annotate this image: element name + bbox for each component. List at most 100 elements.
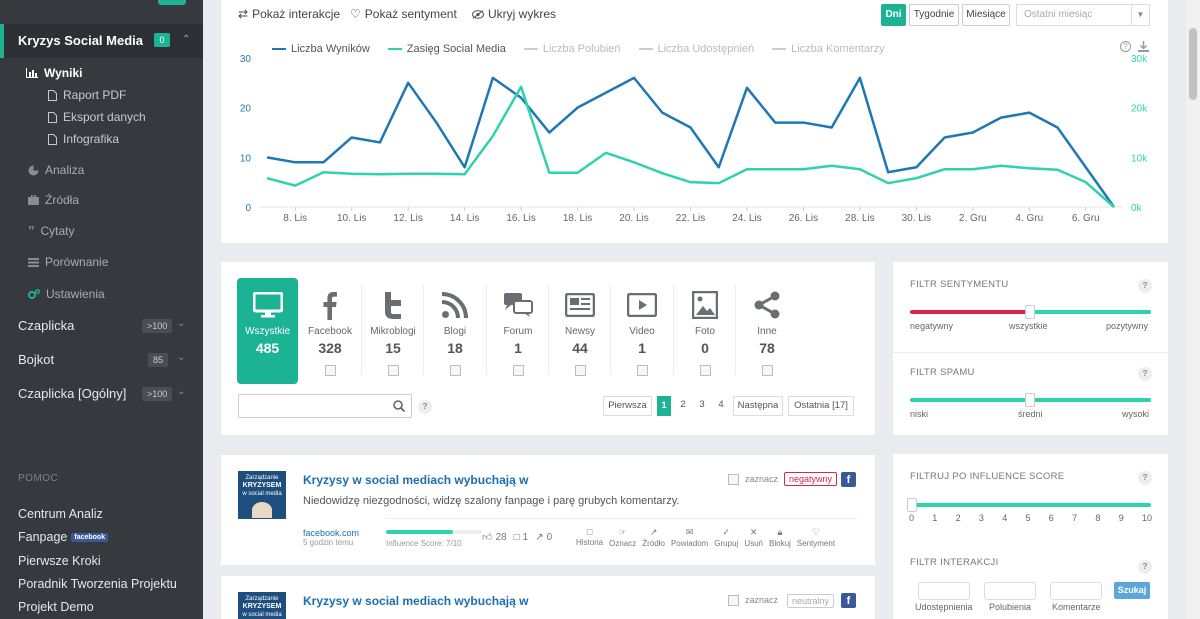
pagination-last[interactable]: Ostatnia [17]: [788, 396, 854, 416]
source-tab-foto[interactable]: Foto 0: [674, 278, 736, 384]
sidebar-sub-eksport[interactable]: Eksport danych: [48, 110, 146, 124]
sidebar-top-button[interactable]: [158, 0, 186, 5]
facebook-icon[interactable]: f: [841, 472, 856, 487]
sentiment-help-icon[interactable]: ?: [1138, 279, 1152, 293]
help-link-projekt-demo[interactable]: Projekt Demo: [18, 600, 94, 614]
sidebar-item-cytaty[interactable]: ” Cytaty: [28, 224, 75, 238]
project-badge: >100: [142, 319, 173, 333]
source-tab-video[interactable]: Video 1: [611, 278, 673, 384]
sentiment-tag-negative[interactable]: negatywny: [784, 472, 838, 486]
post-title[interactable]: Kryzysy w social mediach wybuchają w: [303, 594, 528, 608]
source-tab-wszystkie[interactable]: Wszystkie 485: [237, 278, 298, 384]
sentiment-tag-neutral[interactable]: neutralny: [787, 594, 835, 608]
period-weeks-button[interactable]: Tygodnie: [909, 4, 959, 26]
sidebar-item-porownanie[interactable]: Porównanie: [28, 255, 108, 269]
shares-input[interactable]: [918, 582, 970, 600]
range-select[interactable]: Ostatni miesiąc ▼: [1016, 4, 1150, 26]
post-mark-checkbox[interactable]: [728, 474, 739, 485]
post-action-4[interactable]: ✓ Grupuj: [714, 527, 738, 548]
sidebar-item-analiza[interactable]: Analiza: [28, 163, 84, 177]
spam-help-icon[interactable]: ?: [1138, 367, 1152, 381]
pagination-next[interactable]: Następna: [733, 396, 783, 416]
interaction-search-button[interactable]: Szukaj: [1114, 582, 1150, 599]
facebook-icon[interactable]: f: [841, 593, 856, 608]
sentiment-slider-handle[interactable]: [1025, 305, 1035, 319]
post-title[interactable]: Kryzysy w social mediach wybuchają w: [303, 473, 528, 487]
help-link-poradnik[interactable]: Poradnik Tworzenia Projektu: [18, 577, 177, 591]
show-interactions-toggle[interactable]: ⇄ Pokaż interakcje: [238, 7, 340, 21]
pagination-page-2[interactable]: 2: [676, 396, 690, 416]
post-action-3[interactable]: ✉ Powiadom: [671, 527, 708, 548]
x-tick-label: 14. Lis: [450, 213, 479, 224]
shares-count: 0: [546, 531, 553, 543]
chevron-down-icon[interactable]: ⌄: [177, 318, 185, 329]
spam-slider-handle[interactable]: [1025, 393, 1035, 407]
search-icon[interactable]: [393, 400, 405, 412]
scrollbar-thumb[interactable]: [1189, 28, 1197, 100]
period-months-button[interactable]: Miesiące: [962, 4, 1010, 26]
source-tab-blogi[interactable]: Blogi 18: [424, 278, 486, 384]
sidebar-item-ustawienia[interactable]: Ustawienia: [28, 287, 105, 301]
influence-slider-handle[interactable]: [907, 498, 917, 512]
source-checkbox[interactable]: [387, 365, 399, 376]
period-days-button[interactable]: Dni: [881, 4, 906, 26]
post-action-5[interactable]: ✕ Usuń: [744, 527, 763, 548]
project-label: Czaplicka [Ogólny]: [18, 386, 127, 401]
pagination-page-4[interactable]: 4: [714, 396, 728, 416]
document-icon: [48, 89, 57, 101]
post-action-label: Sentyment: [796, 539, 836, 548]
help-link-pierwsze-kroki[interactable]: Pierwsze Kroki: [18, 554, 101, 568]
search-input[interactable]: [239, 395, 387, 417]
pagination-page-3[interactable]: 3: [695, 396, 709, 416]
post-thumbnail[interactable]: Zarządzanie KRYZYSEM w social media: [238, 592, 286, 619]
chevron-up-icon[interactable]: ⌃: [182, 34, 190, 45]
source-checkbox[interactable]: [324, 365, 336, 376]
sidebar-sub-infografika[interactable]: Infografika: [48, 132, 119, 146]
post-action-label: Historia: [576, 538, 604, 547]
chevron-down-icon[interactable]: ⌄: [177, 352, 185, 363]
thumbnail-text: w social media: [242, 612, 282, 618]
chevron-down-icon[interactable]: ⌄: [177, 386, 185, 397]
source-checkbox[interactable]: [574, 365, 586, 376]
help-link-fanpage[interactable]: Fanpage facebook: [18, 530, 109, 544]
show-sentiment-toggle[interactable]: ♡ Pokaż sentyment: [350, 7, 457, 21]
source-tab-inne[interactable]: Inne 78: [736, 278, 798, 384]
source-checkbox[interactable]: [449, 365, 461, 376]
post-action-7[interactable]: ♡ Sentyment: [797, 527, 835, 548]
pagination-first[interactable]: Pierwsza: [603, 396, 652, 416]
source-checkbox[interactable]: [636, 365, 648, 376]
page-scrollbar[interactable]: [1186, 0, 1200, 619]
comments-input[interactable]: [1050, 582, 1102, 600]
post-action-1[interactable]: ☞ Oznacz: [609, 527, 636, 548]
external-link-icon: ↗: [649, 527, 658, 537]
source-checkbox[interactable]: [512, 365, 524, 376]
post-source-link[interactable]: facebook.com: [303, 528, 359, 538]
source-checkbox[interactable]: [761, 365, 773, 376]
project-item-kryzys[interactable]: Kryzys Social Media 0 ⌃: [0, 24, 203, 58]
source-tab-mikroblogi[interactable]: Mikroblogi 15: [362, 278, 424, 384]
pagination-page-1[interactable]: 1: [657, 396, 671, 416]
post-action-6[interactable]: 🔒︎ Blokuj: [769, 527, 791, 548]
sidebar-item-zrodla[interactable]: Źródła: [28, 193, 79, 207]
sidebar-sub-wyniki[interactable]: Wyniki: [26, 66, 82, 80]
sidebar-sub-raport[interactable]: Raport PDF: [48, 88, 126, 102]
rss-icon: [441, 292, 468, 319]
hide-chart-toggle[interactable]: Ukryj wykres: [472, 7, 556, 21]
interaction-help-icon[interactable]: ?: [1138, 560, 1152, 574]
post-thumbnail[interactable]: Zarządzanie KRYZYSEM w social media: [238, 471, 286, 519]
likes-input[interactable]: [984, 582, 1036, 600]
search-help-icon[interactable]: ?: [418, 400, 432, 414]
source-tab-forum[interactable]: Forum 1: [487, 278, 549, 384]
source-checkbox[interactable]: [699, 365, 711, 376]
help-link-centrum[interactable]: Centrum Analiz: [18, 507, 103, 521]
post-mark-label: zaznacz: [745, 474, 779, 484]
post-mark-checkbox[interactable]: [728, 595, 739, 606]
divider: [673, 285, 674, 375]
post-action-0[interactable]: □ Historia: [576, 527, 603, 548]
source-tab-facebook[interactable]: Facebook 328: [299, 278, 361, 384]
source-tab-newsy[interactable]: Newsy 44: [549, 278, 611, 384]
influence-help-icon[interactable]: ?: [1138, 471, 1152, 485]
post-actions: □ Historia ☞ Oznacz ↗ Źródło ✉ Powiadom ✓ Grupuj ✕…: [576, 527, 835, 548]
slider-label: średni: [1018, 409, 1043, 419]
post-action-2[interactable]: ↗ Źródło: [642, 527, 665, 548]
